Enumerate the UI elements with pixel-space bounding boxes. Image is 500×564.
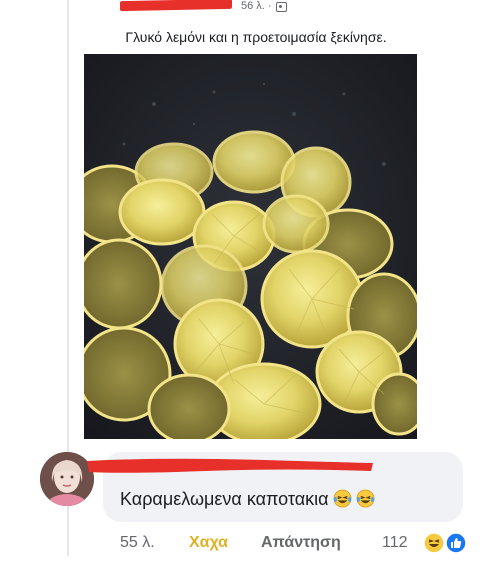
comment-time[interactable]: 55 λ. — [120, 532, 155, 554]
lemon-slices-image — [84, 54, 417, 439]
laughing-tears-emoji — [333, 489, 352, 508]
meta-separator: · — [268, 0, 272, 12]
redaction-mark — [120, 0, 232, 12]
like-reaction-icon — [445, 532, 467, 554]
reaction-icons[interactable] — [420, 532, 468, 554]
haha-reaction-button[interactable]: Χαχα — [189, 532, 228, 554]
reply-button[interactable]: Απάντηση — [261, 532, 341, 554]
redaction-mark — [87, 458, 373, 473]
post-time[interactable]: 56 λ. — [241, 0, 265, 13]
post-meta: 56 λ. · — [0, 0, 500, 16]
comment-actions: 55 λ. Χαχα Απάντηση 112 — [0, 532, 500, 556]
haha-reaction-icon — [423, 532, 445, 554]
reaction-count[interactable]: 112 — [382, 532, 408, 554]
laughing-tears-emoji — [356, 489, 375, 508]
post-photo[interactable] — [84, 54, 417, 439]
photo-icon — [276, 2, 287, 12]
post-caption: Γλυκό λεμόνι και η προετοιμασία ξεκίνησε… — [125, 29, 387, 45]
comment-text: Καραμελωμενα καποτακια — [120, 488, 375, 510]
comment-body: Καραμελωμενα καποτακια — [120, 489, 329, 509]
